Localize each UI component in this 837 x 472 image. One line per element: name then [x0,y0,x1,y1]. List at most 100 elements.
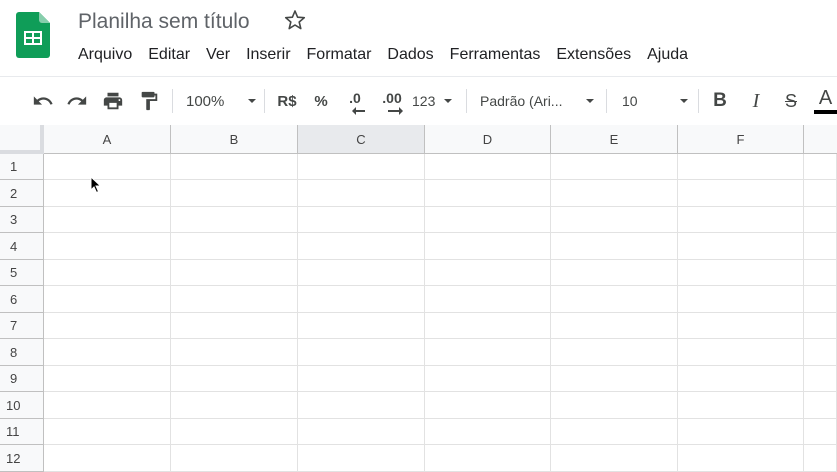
cell[interactable] [298,233,425,260]
more-formats-select[interactable]: 123 [412,77,454,125]
cell[interactable] [425,233,551,260]
column-header-a[interactable]: A [44,125,171,154]
cell[interactable] [425,286,551,313]
cell[interactable] [44,445,171,472]
cell[interactable] [804,233,837,260]
cell[interactable] [804,286,837,313]
cell[interactable] [678,286,804,313]
cell[interactable] [298,207,425,233]
sheets-logo-icon[interactable] [16,12,50,58]
cell[interactable] [804,392,837,419]
cell[interactable] [44,392,171,419]
cell[interactable] [425,366,551,392]
cell[interactable] [425,419,551,445]
menu-editar[interactable]: Editar [140,44,198,66]
cell[interactable] [44,260,171,286]
cell[interactable] [551,233,678,260]
cell[interactable] [171,154,298,180]
cell[interactable] [44,154,171,180]
font-size-select[interactable]: 10 [622,77,690,125]
cell[interactable] [425,313,551,339]
column-header-f[interactable]: F [678,125,804,154]
cell[interactable] [425,260,551,286]
paint-format-button[interactable] [136,77,162,125]
cell[interactable] [804,207,837,233]
column-header-c[interactable]: C [298,125,425,154]
column-header-d[interactable]: D [425,125,551,154]
percent-format-button[interactable]: % [310,77,332,125]
cell[interactable] [44,313,171,339]
cell[interactable] [804,419,837,445]
cell[interactable] [551,313,678,339]
cell[interactable] [804,339,837,366]
cell[interactable] [425,154,551,180]
row-header-11[interactable]: 11 [0,419,44,445]
row-header-4[interactable]: 4 [0,233,44,260]
cell[interactable] [171,207,298,233]
bold-button[interactable]: B [708,77,732,125]
cell[interactable] [678,339,804,366]
cell[interactable] [44,339,171,366]
menu-formatar[interactable]: Formatar [299,44,380,66]
row-header-6[interactable]: 6 [0,286,44,313]
menu-dados[interactable]: Dados [379,44,441,66]
menu-inserir[interactable]: Inserir [238,44,298,66]
cell[interactable] [298,445,425,472]
cell[interactable] [551,339,678,366]
star-icon[interactable] [283,8,307,32]
cell[interactable] [551,445,678,472]
cell[interactable] [425,207,551,233]
cell[interactable] [678,419,804,445]
document-title[interactable]: Planilha sem título [78,10,250,34]
cell[interactable] [678,233,804,260]
cell[interactable] [425,392,551,419]
redo-button[interactable] [64,77,90,125]
cell[interactable] [678,392,804,419]
cell[interactable] [44,207,171,233]
menu-arquivo[interactable]: Arquivo [70,44,140,66]
row-header-10[interactable]: 10 [0,392,44,419]
column-header-b[interactable]: B [171,125,298,154]
cell[interactable] [551,366,678,392]
font-family-select[interactable]: Padrão (Ari... [480,77,596,125]
cell[interactable] [298,260,425,286]
cell[interactable] [171,260,298,286]
cell[interactable] [171,286,298,313]
cell[interactable] [298,366,425,392]
cell[interactable] [551,180,678,207]
cell[interactable] [551,419,678,445]
cell[interactable] [551,207,678,233]
cell[interactable] [171,419,298,445]
cell[interactable] [678,260,804,286]
cell[interactable] [298,339,425,366]
cell[interactable] [298,180,425,207]
cell[interactable] [804,445,837,472]
cell[interactable] [678,207,804,233]
cell[interactable] [678,366,804,392]
cell[interactable] [425,180,551,207]
row-header-8[interactable]: 8 [0,339,44,366]
menu-extensoes[interactable]: Extensões [548,44,639,66]
row-header-9[interactable]: 9 [0,366,44,392]
menu-ver[interactable]: Ver [198,44,238,66]
cell[interactable] [298,313,425,339]
cell[interactable] [804,313,837,339]
row-header-3[interactable]: 3 [0,207,44,233]
increase-decimals-button[interactable]: .00 [378,77,406,125]
menu-ajuda[interactable]: Ajuda [639,44,696,66]
cell[interactable] [678,313,804,339]
cell[interactable] [551,286,678,313]
cell[interactable] [425,445,551,472]
text-color-button[interactable]: A [814,77,837,125]
cell[interactable] [298,154,425,180]
cell[interactable] [171,366,298,392]
row-header-7[interactable]: 7 [0,313,44,339]
cell[interactable] [678,154,804,180]
currency-format-button[interactable]: R$ [274,77,300,125]
cell[interactable] [804,154,837,180]
row-header-2[interactable]: 2 [0,180,44,207]
row-header-12[interactable]: 12 [0,445,44,472]
cell[interactable] [171,180,298,207]
cell[interactable] [171,392,298,419]
cell[interactable] [678,445,804,472]
